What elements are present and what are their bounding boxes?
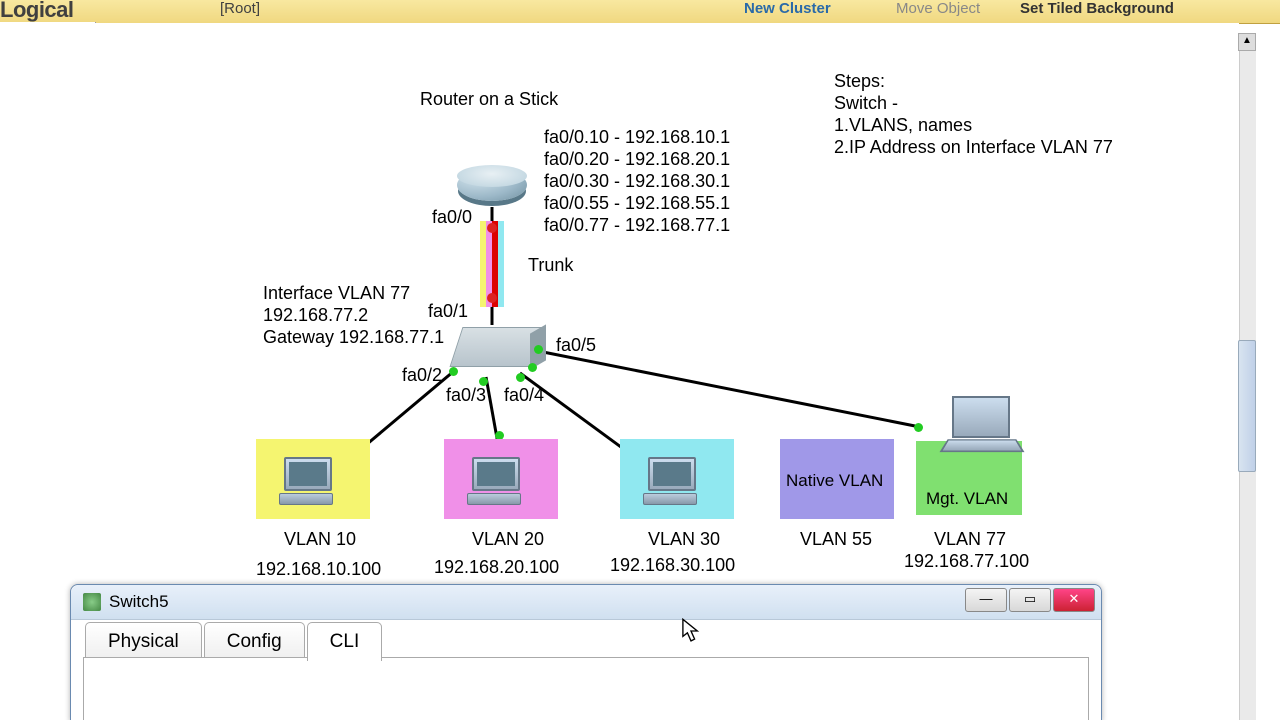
title-label: Router on a Stick (420, 89, 558, 110)
subif-label: fa0/0.30 - 192.168.30.1 (544, 171, 730, 192)
port-label: fa0/5 (556, 335, 596, 356)
host-name: VLAN 30 (648, 529, 720, 550)
host-ip: 192.168.30.100 (610, 555, 735, 576)
svi-gw-label: Gateway 192.168.77.1 (263, 327, 444, 348)
close-button[interactable]: ✕ (1053, 588, 1095, 612)
window-titlebar[interactable]: Switch5 — ▭ ✕ (71, 585, 1101, 620)
subif-label: fa0/0.55 - 192.168.55.1 (544, 193, 730, 214)
pc-icon (648, 457, 702, 499)
maximize-button[interactable]: ▭ (1009, 588, 1051, 612)
tab-content[interactable] (83, 657, 1089, 720)
tab-cli[interactable]: CLI (307, 622, 383, 661)
host-ip: 192.168.20.100 (434, 557, 559, 578)
link-led (449, 367, 458, 376)
link-led (487, 223, 497, 233)
host-vlan10[interactable] (256, 439, 370, 519)
switch-uplink-label: fa0/1 (428, 301, 468, 322)
root-breadcrumb[interactable]: [Root] (220, 0, 260, 17)
steps-head: Steps: (834, 71, 885, 92)
port-label: fa0/3 (446, 385, 486, 406)
router-top (457, 165, 527, 187)
host-name: VLAN 77 (934, 529, 1006, 550)
minimize-button[interactable]: — (965, 588, 1007, 612)
move-object-button[interactable]: Move Object (896, 0, 980, 17)
steps-l2: 1.VLANS, names (834, 115, 972, 136)
tab-config[interactable]: Config (204, 622, 305, 661)
app-root: Logical [Root] New Cluster Move Object S… (0, 0, 1280, 720)
pc-icon (472, 457, 526, 499)
host-name: VLAN 55 (800, 529, 872, 550)
logical-label: Logical (0, 0, 74, 23)
scroll-thumb[interactable] (1238, 340, 1256, 472)
device-window[interactable]: Switch5 — ▭ ✕ Physical Config CLI (70, 584, 1102, 720)
host-ip: 192.168.10.100 (256, 559, 381, 580)
svi-ip-label: 192.168.77.2 (263, 305, 368, 326)
pc-icon (284, 457, 338, 499)
host-ip: 192.168.77.100 (904, 551, 1029, 572)
link-led (914, 423, 923, 432)
port-label: fa0/2 (402, 365, 442, 386)
link-led (487, 293, 497, 303)
svi-label: Interface VLAN 77 (263, 283, 410, 304)
link-led (516, 373, 525, 382)
window-title-text: Switch5 (109, 592, 169, 611)
scroll-up-button[interactable]: ▲ (1238, 33, 1256, 51)
mgt-vlan-label: Mgt. VLAN (926, 489, 1008, 509)
subif-label: fa0/0.20 - 192.168.20.1 (544, 149, 730, 170)
host-vlan30[interactable] (620, 439, 734, 519)
laptop-device[interactable] (944, 396, 1016, 454)
host-vlan20[interactable] (444, 439, 558, 519)
tab-bar: Physical Config CLI (85, 622, 384, 661)
trunk-label: Trunk (528, 255, 573, 276)
set-tiled-background-button[interactable]: Set Tiled Background (1020, 0, 1174, 17)
subif-label: fa0/0.10 - 192.168.10.1 (544, 127, 730, 148)
link-led (528, 363, 537, 372)
subif-label: fa0/0.77 - 192.168.77.1 (544, 215, 730, 236)
new-cluster-button[interactable]: New Cluster (744, 0, 831, 17)
router-port-label: fa0/0 (432, 207, 472, 228)
host-name: VLAN 10 (284, 529, 356, 550)
tab-physical[interactable]: Physical (85, 622, 202, 661)
steps-l1: Switch - (834, 93, 898, 114)
host-name: VLAN 20 (472, 529, 544, 550)
native-vlan-label: Native VLAN (786, 471, 883, 491)
link-led (534, 345, 543, 354)
port-label: fa0/4 (504, 385, 544, 406)
top-toolbar: Logical [Root] New Cluster Move Object S… (0, 0, 1280, 24)
steps-l3: 2.IP Address on Interface VLAN 77 (834, 137, 1113, 158)
switch-window-icon (83, 593, 101, 611)
